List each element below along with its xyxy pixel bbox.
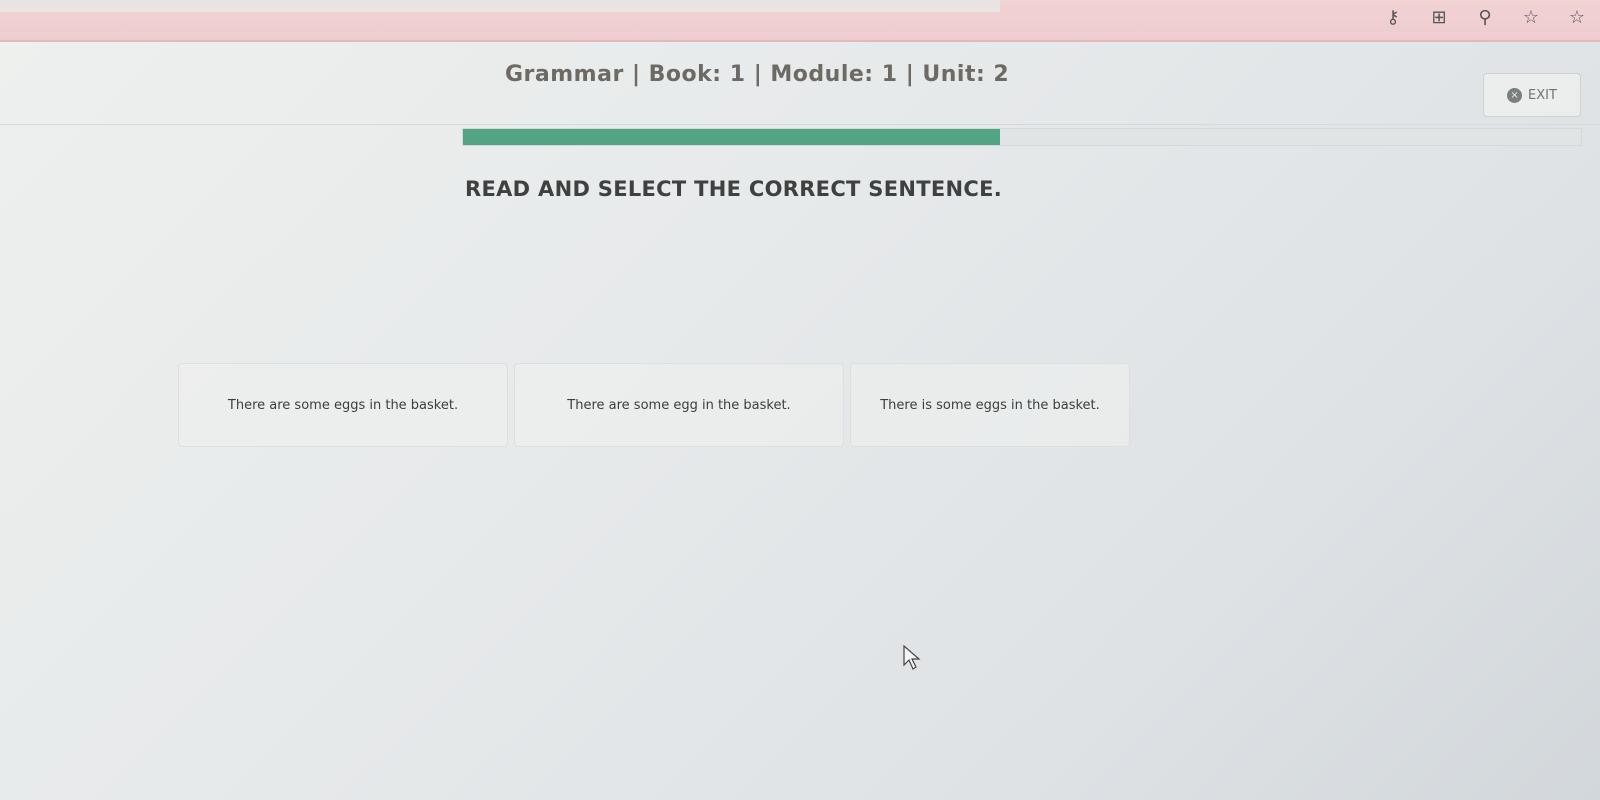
browser-toolbar: ⚷ ⊞ ⚲ ☆ ☆ — [0, 0, 1600, 42]
toolbar-icons: ⚷ ⊞ ⚲ ☆ ☆ — [1370, 0, 1600, 34]
answer-option[interactable]: There is some eggs in the basket. — [850, 363, 1130, 447]
key-icon[interactable]: ⚷ — [1370, 7, 1416, 28]
apps-icon[interactable]: ⊞ — [1416, 7, 1462, 28]
header-divider — [0, 124, 1600, 125]
close-icon: × — [1507, 87, 1523, 103]
mouse-cursor-icon — [903, 645, 921, 670]
page-title: Grammar | Book: 1 | Module: 1 | Unit: 2 — [505, 62, 1010, 87]
answer-option[interactable]: There are some eggs in the basket. — [178, 363, 508, 447]
favorites-icon[interactable]: ☆ — [1554, 7, 1600, 28]
lesson-content: Grammar | Book: 1 | Module: 1 | Unit: 2 … — [0, 40, 1600, 800]
question-instruction: READ AND SELECT THE CORRECT SENTENCE. — [465, 177, 1003, 201]
answer-options: There are some eggs in the basket. There… — [178, 363, 1130, 447]
exit-label: EXIT — [1528, 87, 1557, 103]
answer-option[interactable]: There are some egg in the basket. — [514, 363, 844, 447]
exit-button[interactable]: × EXIT — [1483, 73, 1581, 117]
page: ⚷ ⊞ ⚲ ☆ ☆ Grammar | Book: 1 | Module: 1 … — [0, 0, 1600, 800]
progress-bar — [462, 128, 1582, 146]
zoom-icon[interactable]: ⚲ — [1462, 7, 1508, 28]
star-icon[interactable]: ☆ — [1508, 7, 1554, 28]
progress-fill — [463, 129, 1000, 145]
